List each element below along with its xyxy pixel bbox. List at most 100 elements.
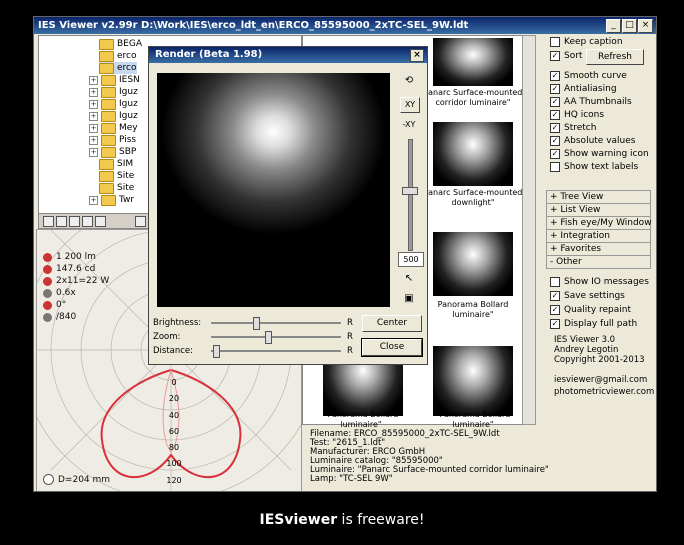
zoom-slider-row: Zoom: R <box>153 331 353 344</box>
show-warning-icon-checkbox[interactable]: ✓ Show warning icon <box>550 149 649 159</box>
checkbox-box[interactable] <box>550 162 560 172</box>
vertical-slider-thumb[interactable] <box>402 187 418 195</box>
polar-tick: 80 <box>168 443 180 453</box>
group-integration[interactable]: + Integration <box>546 229 651 243</box>
checkbox-box[interactable]: ✓ <box>550 136 560 146</box>
polar-view-icon[interactable] <box>43 216 54 227</box>
zoom-slider-thumb[interactable] <box>265 331 272 344</box>
tree-item[interactable]: erco <box>99 50 137 62</box>
lamp-view-icon[interactable] <box>69 216 80 227</box>
hand-icon[interactable] <box>135 216 146 227</box>
cartesian-view-icon[interactable] <box>56 216 67 227</box>
expand-icon[interactable]: + <box>89 147 98 157</box>
center-button[interactable]: Center <box>362 315 422 332</box>
checkbox-box[interactable]: ✓ <box>550 51 560 61</box>
tree-item[interactable]: + Piss <box>89 134 136 146</box>
tree-item[interactable]: BEGA <box>99 38 142 50</box>
count-info: /840 <box>43 312 76 322</box>
absolute-values-checkbox[interactable]: ✓ Absolute values <box>550 136 635 146</box>
checkbox-box[interactable]: ✓ <box>550 305 560 315</box>
about-website[interactable]: photometricviewer.com <box>554 387 654 397</box>
expand-icon[interactable]: + <box>89 195 98 205</box>
tree-item[interactable]: + IESN <box>89 74 140 86</box>
checkbox-box[interactable] <box>550 277 560 287</box>
quality-repaint-checkbox[interactable]: ✓ Quality repaint <box>550 305 631 315</box>
distance-slider[interactable] <box>211 350 341 352</box>
antialiasing-checkbox[interactable]: ✓ Antialiasing <box>550 84 617 94</box>
expand-icon[interactable]: + <box>89 111 98 121</box>
sort-checkbox[interactable]: ✓ Sort <box>550 51 582 61</box>
hq-icons-checkbox[interactable]: ✓ HQ icons <box>550 110 604 120</box>
save-settings-checkbox[interactable]: ✓ Save settings <box>550 291 625 301</box>
tree-item[interactable]: + Mey <box>89 122 138 134</box>
tree-item[interactable]: Site <box>99 170 134 182</box>
save-render-icon[interactable]: ▣ <box>400 291 418 307</box>
group-favorites[interactable]: + Favorites <box>546 242 651 256</box>
minimize-button[interactable]: _ <box>606 19 621 33</box>
distance-reset[interactable]: R <box>347 346 353 356</box>
thumbnail-image[interactable] <box>433 232 513 296</box>
zoom-slider[interactable] <box>211 336 341 338</box>
aa-thumbnails-checkbox[interactable]: ✓ AA Thumbnails <box>550 97 632 107</box>
checkbox-box[interactable]: ✓ <box>550 291 560 301</box>
display-full-path-checkbox[interactable]: ✓ Display full path <box>550 319 637 329</box>
tree-item[interactable]: + Twr <box>89 194 134 206</box>
expand-icon[interactable]: + <box>89 75 98 85</box>
brightness-reset[interactable]: R <box>347 318 353 328</box>
tree-item-selected[interactable]: erco <box>99 62 137 74</box>
tree-item[interactable]: + Iguz <box>89 98 138 110</box>
folder-icon <box>99 50 114 62</box>
group-list-view[interactable]: + List View <box>546 203 651 217</box>
group-fish-eye[interactable]: + Fish eye/My Window <box>546 216 652 230</box>
brightness-slider[interactable] <box>211 322 341 324</box>
checkbox-box[interactable]: ✓ <box>550 110 560 120</box>
show-io-messages-checkbox[interactable]: Show IO messages <box>550 277 649 287</box>
rotate-icon[interactable]: ⟲ <box>400 73 418 89</box>
close-dialog-button[interactable]: Close <box>361 338 423 357</box>
factor-info: 0.6x <box>43 288 76 298</box>
count-icon <box>43 312 52 322</box>
smooth-curve-checkbox[interactable]: ✓ Smooth curve <box>550 71 627 81</box>
cursor-icon[interactable]: ↖ <box>400 271 418 287</box>
distance-slider-thumb[interactable] <box>213 345 220 358</box>
checkbox-box[interactable] <box>550 37 560 47</box>
xy-button[interactable]: XY <box>400 97 420 113</box>
checkbox-box[interactable]: ✓ <box>550 123 560 133</box>
stretch-checkbox[interactable]: ✓ Stretch <box>550 123 596 133</box>
height-value-box[interactable]: 500 <box>398 252 424 267</box>
vertical-slider[interactable] <box>408 139 413 251</box>
checkbox-box[interactable]: ✓ <box>550 149 560 159</box>
maximize-button[interactable]: □ <box>622 19 637 33</box>
tree-item[interactable]: + SBP <box>89 146 136 158</box>
show-text-labels-checkbox[interactable]: Show text labels <box>550 162 638 172</box>
tree-item[interactable]: + Iguz <box>89 110 138 122</box>
grid-view-icon[interactable] <box>82 216 93 227</box>
tree-item[interactable]: Site <box>99 182 134 194</box>
save-icon[interactable] <box>95 216 106 227</box>
tree-item[interactable]: SIM <box>99 158 133 170</box>
checkbox-box[interactable]: ✓ <box>550 97 560 107</box>
thumbnail-image[interactable] <box>433 346 513 416</box>
tree-item[interactable]: + Iguz <box>89 86 138 98</box>
render-canvas[interactable] <box>157 73 390 307</box>
group-tree-view[interactable]: + Tree View <box>546 190 651 204</box>
checkbox-box[interactable]: ✓ <box>550 319 560 329</box>
keep-caption-checkbox[interactable]: Keep caption <box>550 37 623 47</box>
expand-icon[interactable]: + <box>89 99 98 109</box>
refresh-button[interactable]: Refresh <box>586 49 644 65</box>
thumbnail-image[interactable] <box>433 38 513 86</box>
expand-icon[interactable]: + <box>89 87 98 97</box>
about-email[interactable]: iesviewer@gmail.com <box>554 375 647 385</box>
brightness-slider-thumb[interactable] <box>253 317 260 330</box>
checkbox-box[interactable]: ✓ <box>550 71 560 81</box>
zoom-reset[interactable]: R <box>347 332 353 342</box>
render-close-icon[interactable]: × <box>410 49 424 62</box>
expand-icon[interactable]: + <box>89 135 98 145</box>
group-other[interactable]: - Other <box>546 255 651 269</box>
close-button[interactable]: × <box>638 19 653 33</box>
thumbnail-scrollbar[interactable] <box>522 35 536 425</box>
expand-icon[interactable]: + <box>89 123 98 133</box>
checkbox-box[interactable]: ✓ <box>550 84 560 94</box>
polar-tick: 20 <box>168 394 180 404</box>
thumbnail-image[interactable] <box>433 122 513 186</box>
